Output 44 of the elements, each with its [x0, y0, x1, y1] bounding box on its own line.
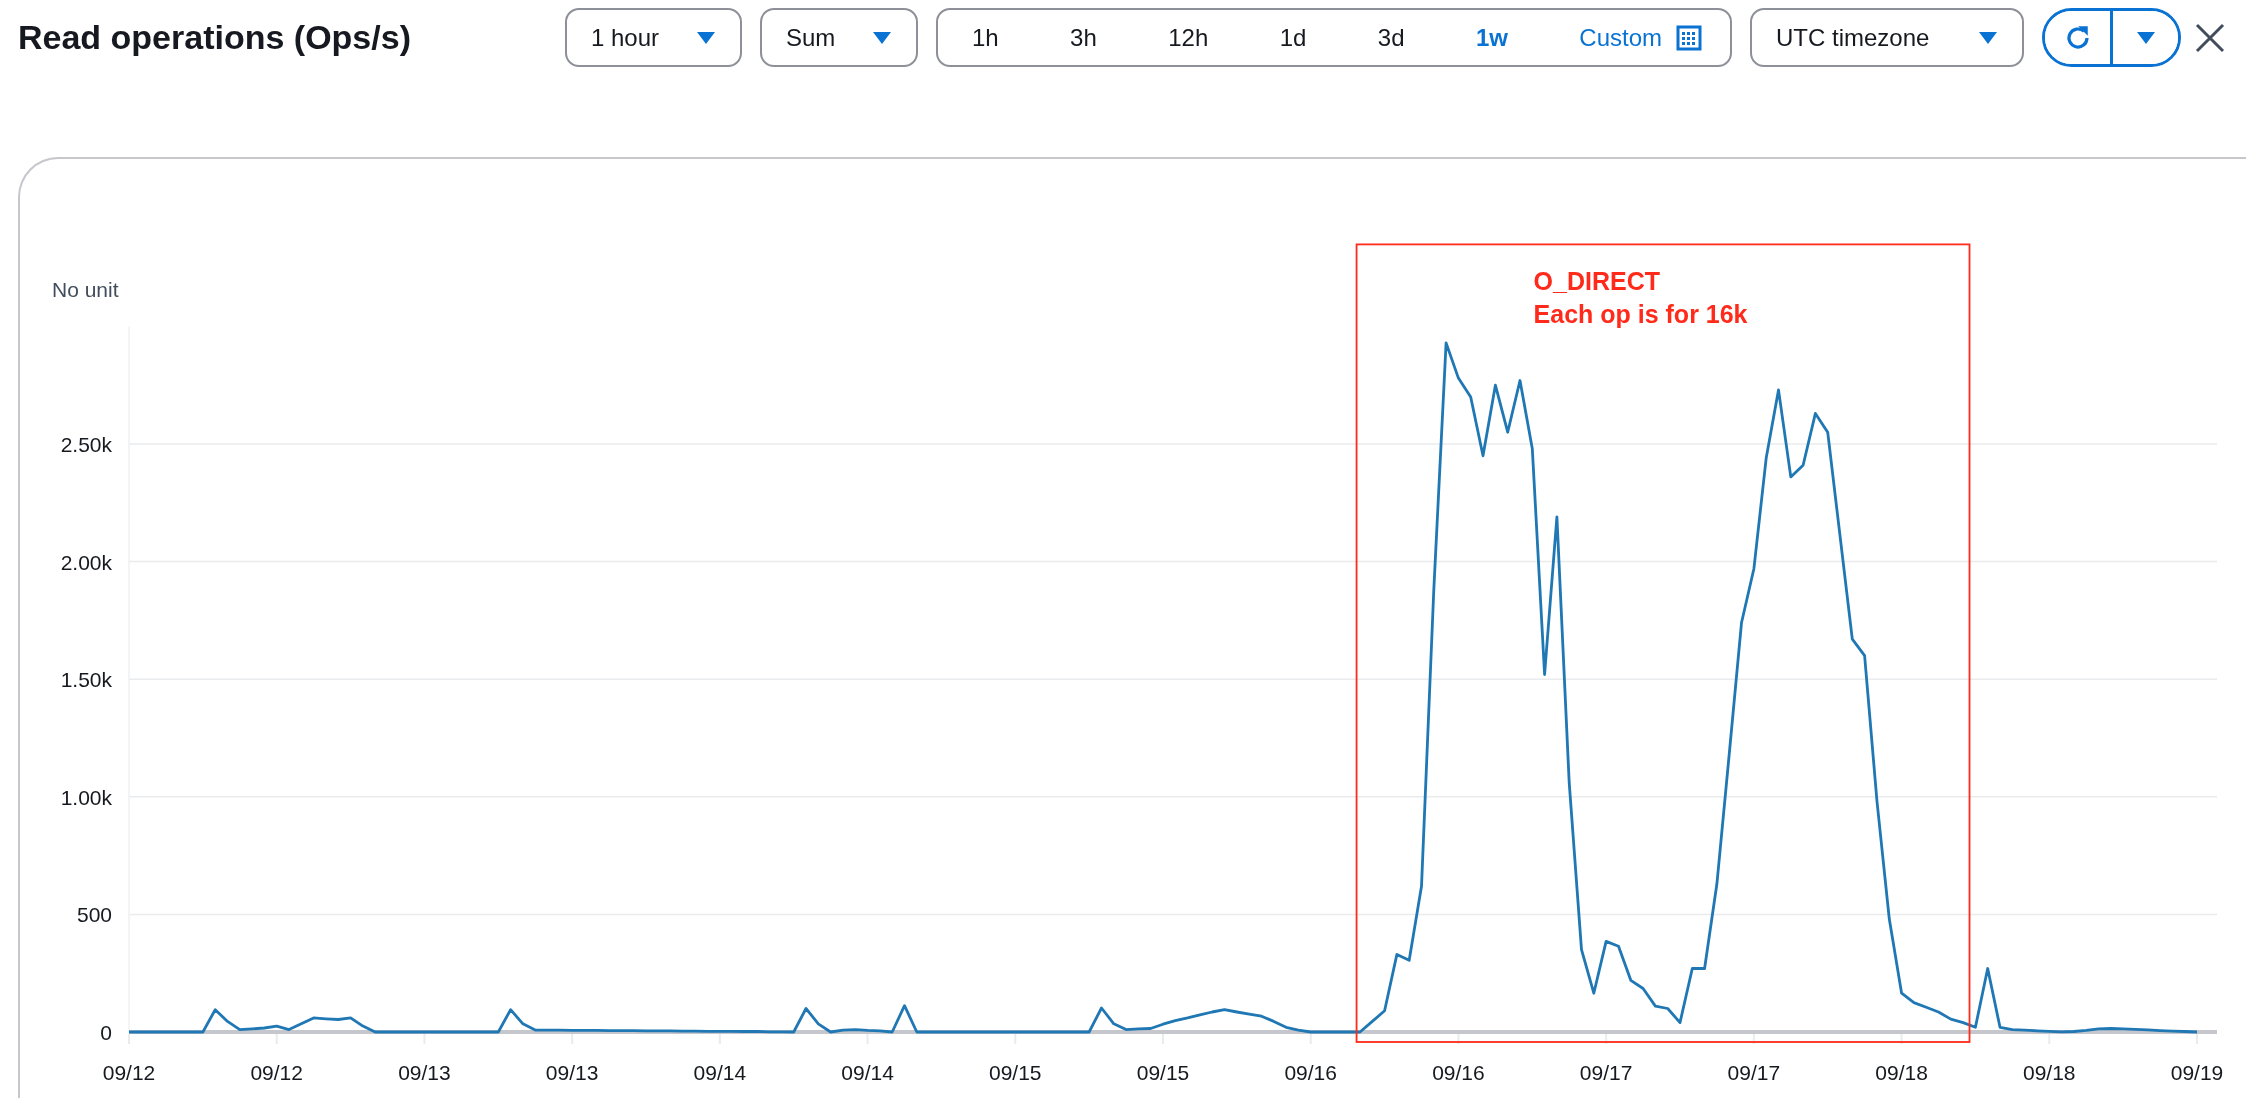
caret-icon [2135, 30, 2156, 45]
caret-icon [1978, 30, 1998, 45]
x-axis-label: 09/14 [693, 1061, 747, 1084]
caret-icon [872, 30, 892, 45]
y-axis-label: 2.50k [60, 433, 112, 456]
y-axis-label: 1.00k [60, 785, 112, 809]
x-axis-label: 09/18 [1875, 1061, 1928, 1084]
x-axis-label: 09/17 [1579, 1061, 1633, 1084]
period-dropdown[interactable]: 1 hour [565, 8, 742, 67]
y-axis-label: 0 [100, 1021, 112, 1044]
x-axis-label: 09/19 [2170, 1061, 2224, 1084]
caret-icon [696, 30, 716, 45]
time-range-option[interactable]: 1h [958, 15, 1013, 60]
unit-label: No unit [52, 278, 119, 301]
x-axis-label: 09/15 [989, 1061, 1042, 1084]
time-range-option[interactable]: 12h [1154, 15, 1223, 60]
time-range-option[interactable]: 3h [1056, 15, 1111, 60]
close-button[interactable] [2195, 22, 2225, 53]
x-axis-label: 09/14 [841, 1061, 894, 1084]
y-axis-label: 500 [76, 903, 112, 927]
x-axis-label: 09/13 [545, 1061, 599, 1084]
y-axis-label: 1.50k [60, 668, 112, 692]
y-axis-label: 2.00k [60, 550, 112, 574]
x-axis-label: 09/16 [1284, 1061, 1337, 1084]
annotation-text: Each op is for 16k [1533, 300, 1748, 329]
refresh-options-button[interactable] [2110, 11, 2178, 64]
time-range-option[interactable]: 3d [1363, 15, 1419, 60]
custom-range-button[interactable]: Custom [1565, 15, 1716, 60]
metric-title: Read operations (Ops/s) [18, 18, 412, 57]
x-axis-label: 09/12 [250, 1061, 303, 1084]
x-axis-label: 09/12 [102, 1061, 156, 1084]
timezone-dropdown[interactable]: UTC timezone [1750, 8, 2024, 67]
time-range-option[interactable]: 1d [1265, 15, 1321, 60]
custom-range-label: Custom [1579, 23, 1662, 52]
x-axis-label: 09/17 [1727, 1061, 1781, 1084]
statistic-dropdown[interactable]: Sum [760, 8, 918, 67]
x-axis-label: 09/15 [1136, 1061, 1190, 1084]
close-icon [2195, 22, 2225, 53]
x-axis-label: 09/13 [398, 1061, 451, 1084]
calendar-icon [1676, 24, 1702, 51]
annotation-text: O_DIRECT [1533, 267, 1660, 296]
time-range-option[interactable]: 1w [1461, 15, 1522, 60]
x-axis-label: 09/16 [1432, 1061, 1485, 1084]
x-axis-label: 09/18 [2023, 1061, 2076, 1084]
